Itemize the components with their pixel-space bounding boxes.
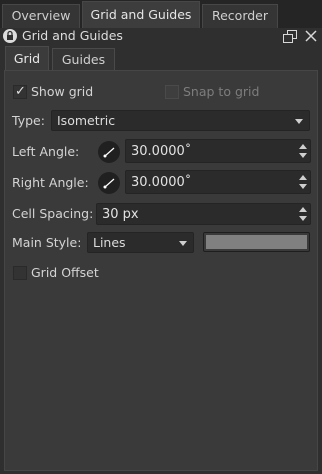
chevron-down-icon	[295, 119, 303, 124]
grid-settings-panel: ✓ Show grid Snap to grid Type: Isometric…	[4, 70, 318, 471]
tab-overview-label: Overview	[11, 8, 71, 23]
docker-title: Grid and Guides	[22, 28, 123, 43]
grid-guides-tab-bar: Grid Guides	[0, 45, 322, 72]
tab-grid[interactable]: Grid	[5, 46, 49, 72]
grid-type-select[interactable]: Isometric	[51, 110, 310, 131]
snap-to-grid-checkbox[interactable]	[165, 85, 179, 99]
docker-tab-bar: Overview Grid and Guides Recorder	[0, 0, 322, 28]
check-icon: ✓	[15, 84, 26, 99]
left-angle-label: Left Angle:	[12, 144, 80, 159]
main-style-value: Lines	[93, 235, 126, 250]
right-angle-label: Right Angle:	[12, 175, 89, 190]
right-angle-spinbox[interactable]: 30.0000˚	[125, 170, 311, 194]
decrement-icon[interactable]	[299, 216, 307, 221]
decrement-icon[interactable]	[299, 153, 307, 158]
grid-offset-checkbox[interactable]	[13, 266, 27, 280]
grid-offset-label: Grid Offset	[31, 265, 99, 280]
main-color-button[interactable]	[203, 232, 310, 252]
main-style-select[interactable]: Lines	[87, 232, 194, 253]
main-style-label: Main Style:	[12, 235, 82, 250]
cell-spacing-spinbox[interactable]: 30 px	[96, 203, 311, 225]
tab-grid-and-guides[interactable]: Grid and Guides	[82, 1, 200, 28]
type-label: Type:	[12, 113, 45, 128]
float-icon[interactable]	[283, 30, 297, 43]
left-angle-value: 30.0000˚	[131, 144, 192, 159]
snap-to-grid-label: Snap to grid	[183, 84, 260, 99]
lock-icon[interactable]	[3, 29, 17, 43]
tab-overview[interactable]: Overview	[2, 4, 80, 28]
right-angle-dial-icon[interactable]	[98, 172, 120, 194]
chevron-down-icon	[179, 241, 187, 246]
increment-icon[interactable]	[299, 175, 307, 180]
show-grid-label: Show grid	[31, 84, 94, 99]
increment-icon[interactable]	[299, 144, 307, 149]
increment-icon[interactable]	[299, 207, 307, 212]
left-angle-dial-icon[interactable]	[98, 141, 120, 163]
tab-guides-label: Guides	[61, 52, 106, 67]
left-angle-spinbox[interactable]: 30.0000˚	[125, 139, 311, 163]
tab-recorder-label: Recorder	[211, 8, 269, 23]
tab-grid-and-guides-label: Grid and Guides	[90, 7, 192, 22]
grid-type-value: Isometric	[57, 113, 116, 128]
decrement-icon[interactable]	[299, 184, 307, 189]
show-grid-checkbox[interactable]: ✓	[13, 84, 27, 99]
main-color-fill	[206, 235, 307, 249]
cell-spacing-value: 30 px	[102, 207, 139, 222]
tab-guides[interactable]: Guides	[52, 48, 115, 71]
close-icon[interactable]	[304, 29, 318, 43]
tab-recorder[interactable]: Recorder	[202, 4, 278, 28]
right-angle-value: 30.0000˚	[131, 175, 192, 190]
docker-title-bar: Grid and Guides	[0, 28, 322, 45]
cell-spacing-label: Cell Spacing:	[12, 206, 94, 221]
tab-grid-label: Grid	[13, 51, 41, 66]
